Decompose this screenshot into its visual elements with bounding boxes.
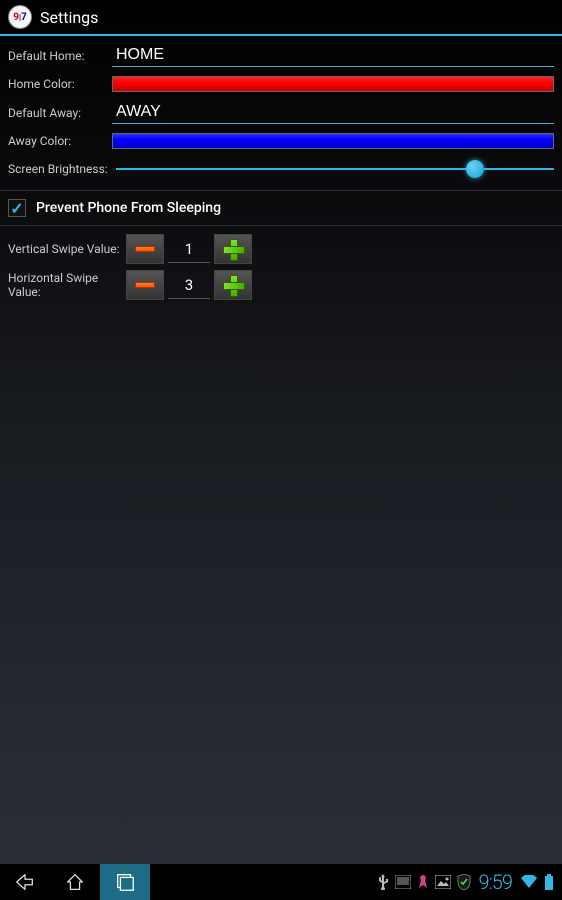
- horizontal-swipe-minus-button[interactable]: [126, 270, 164, 300]
- default-away-input[interactable]: [112, 101, 554, 124]
- row-brightness: Screen Brightness:: [8, 158, 554, 180]
- home-color-swatch[interactable]: [112, 76, 554, 92]
- row-vertical-swipe: Vertical Swipe Value: 1: [8, 234, 554, 264]
- recents-icon: [114, 871, 136, 893]
- home-icon: [64, 871, 86, 893]
- back-button[interactable]: [0, 864, 50, 900]
- wifi-icon: [520, 875, 538, 889]
- minus-icon: [135, 246, 155, 252]
- plus-icon: [223, 275, 243, 295]
- horizontal-swipe-plus-button[interactable]: [214, 270, 252, 300]
- brightness-thumb[interactable]: [466, 160, 484, 178]
- image-icon: [435, 875, 451, 889]
- row-horizontal-swipe: Horizontal Swipe Value: 3: [8, 270, 554, 300]
- vertical-swipe-minus-button[interactable]: [126, 234, 164, 264]
- vertical-swipe-plus-button[interactable]: [214, 234, 252, 264]
- horizontal-swipe-value[interactable]: 3: [168, 272, 210, 299]
- plus-icon: [223, 239, 243, 259]
- recents-button[interactable]: [100, 864, 150, 900]
- page-title: Settings: [40, 8, 98, 27]
- vertical-swipe-value[interactable]: 1: [168, 236, 210, 263]
- row-away-color: Away Color:: [8, 130, 554, 152]
- label-vertical-swipe: Vertical Swipe Value:: [8, 242, 126, 256]
- label-away-color: Away Color:: [8, 134, 112, 148]
- row-prevent-sleep[interactable]: Prevent Phone From Sleeping: [0, 190, 562, 226]
- ribbon-icon: [417, 874, 429, 890]
- away-color-swatch[interactable]: [112, 133, 554, 149]
- default-home-input[interactable]: [112, 44, 554, 67]
- app-icon: 9|7: [8, 5, 32, 29]
- usb-icon: [377, 874, 389, 890]
- screenshot-icon: [395, 875, 411, 889]
- nav-left: [0, 864, 150, 900]
- label-default-away: Default Away:: [8, 106, 112, 120]
- prevent-sleep-label: Prevent Phone From Sleeping: [36, 200, 221, 216]
- settings-form: Default Home: Home Color: Default Away: …: [0, 36, 562, 180]
- prevent-sleep-checkbox[interactable]: [8, 199, 26, 217]
- brightness-track: [116, 168, 554, 170]
- row-default-home: Default Home:: [8, 44, 554, 67]
- system-nav-bar: 9:59: [0, 864, 562, 900]
- brightness-slider[interactable]: [116, 159, 554, 179]
- battery-icon: [544, 874, 554, 890]
- label-home-color: Home Color:: [8, 77, 112, 91]
- status-clock: 9:59: [479, 870, 512, 894]
- minus-icon: [135, 282, 155, 288]
- back-icon: [14, 871, 36, 893]
- stepper-section: Vertical Swipe Value: 1 Horizontal Swipe…: [0, 226, 562, 314]
- label-brightness: Screen Brightness:: [8, 162, 112, 176]
- status-tray[interactable]: 9:59: [377, 870, 562, 894]
- row-default-away: Default Away:: [8, 101, 554, 124]
- label-horizontal-swipe: Horizontal Swipe Value:: [8, 271, 126, 299]
- shield-icon: [457, 874, 471, 890]
- title-bar: 9|7 Settings: [0, 0, 562, 36]
- row-home-color: Home Color:: [8, 73, 554, 95]
- home-button[interactable]: [50, 864, 100, 900]
- label-default-home: Default Home:: [8, 49, 112, 63]
